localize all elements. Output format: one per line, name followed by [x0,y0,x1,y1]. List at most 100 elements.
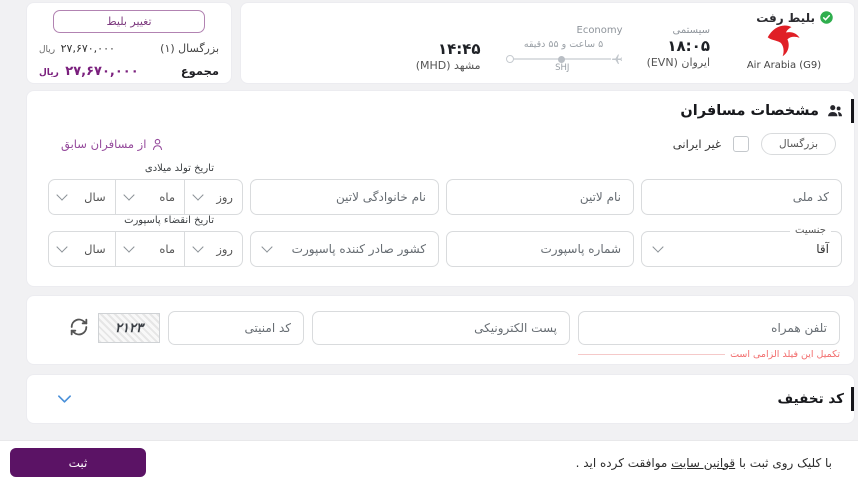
passport-country-select[interactable]: کشور صادر کننده پاسپورت [250,231,439,267]
airline-logo-icon [767,25,800,57]
site-rules-link[interactable]: قوانین سایت [671,456,735,470]
captcha-image: ۲۱۲۳ [98,313,160,343]
plane-icon [611,54,622,64]
discount-header: کد تخفیف [778,387,854,411]
fare-currency: ریال [39,45,56,55]
stopover-dot [558,55,566,63]
passengers-card: مشخصات مسافران بزرگسال غیر ایرانی از مسا… [26,90,855,287]
birth-date-group: تاریخ تولد میلادی روز ماه سال [48,163,243,215]
day-label: روز [216,242,233,256]
arrival-time: ۱۴:۴۵ [437,40,481,58]
total-currency: ریال [39,68,59,78]
captcha-input[interactable] [168,311,304,345]
mobile-error-row: تکمیل این فیلد الزامی است [578,349,840,360]
passport-number-input[interactable] [446,231,634,267]
passengers-header: مشخصات مسافران [27,99,854,123]
day-label: روز [216,190,233,204]
non-iranian-label: غیر ایرانی [672,137,722,151]
airline-block: Air Arabia (G9) [734,21,834,71]
passport-country-placeholder: کشور صادر کننده پاسپورت [291,242,426,256]
chevron-down-icon [192,241,204,253]
national-code-input[interactable] [641,179,842,215]
destination-dot [505,55,514,63]
arrival-city: مشهد (MHD) [415,59,481,72]
discount-expand-chevron-icon[interactable] [57,394,72,404]
flight-duration: ۵ ساعت و ۵۵ دقیقه [523,39,604,50]
birth-day-select[interactable]: روز [184,180,242,214]
passengers-title: مشخصات مسافران [680,103,819,119]
passenger-type-pill[interactable]: بزرگسال [761,133,836,155]
mobile-error-text: تکمیل این فیلد الزامی است [730,349,840,360]
passenger-form-row-1: تاریخ تولد میلادی روز ماه سال [27,163,854,215]
submit-button[interactable]: ثبت [10,448,146,477]
total-amount: ۲۷,۶۷۰,۰۰۰ [65,64,139,79]
cabin-class-label: Economy [576,25,623,36]
chevron-down-icon [56,241,68,253]
fare-row-total: مجموع ۲۷,۶۷۰,۰۰۰ ریال [39,64,219,79]
passport-expiry-group: تاریخ انقضاء پاسپورت روز ماه سال [48,215,243,267]
passengers-icon [828,105,842,117]
passport-expiry-label: تاریخ انقضاء پاسپورت [124,215,214,226]
email-input[interactable] [312,311,570,345]
fare-type-label: سیستمی [672,25,710,36]
airline-name: Air Arabia (G9) [746,60,822,71]
total-value: ۲۷,۶۷۰,۰۰۰ ریال [39,64,139,79]
contact-card: تکمیل این فیلد الزامی است ۲۱۲۳ [26,295,855,365]
error-underline [578,354,726,355]
expiry-month-select[interactable]: ماه [114,232,184,266]
section-accent-bar [851,99,854,123]
latin-first-name-input[interactable] [446,179,634,215]
passenger-form-row-2: جنسیت آقا کشور صادر کننده پاسپورت تاریخ … [27,215,854,267]
chevron-down-icon [122,241,135,253]
fare-amount: ۲۷,۶۷۰,۰۰۰ [60,42,115,55]
refresh-icon [70,318,88,336]
chevron-down-icon [261,241,273,253]
flight-summary-card: بلیط رفت Air Arabia (G9) سیستمی ۱۸:۰۵ ای… [240,2,855,84]
total-label: مجموع [180,64,219,78]
year-label: سال [84,242,106,256]
flight-body: Air Arabia (G9) سیستمی ۱۸:۰۵ ایروان (EVN… [261,25,834,73]
previous-passengers-link[interactable]: از مسافران سابق [61,137,165,152]
birth-month-select[interactable]: ماه [114,180,184,214]
previous-passengers-label: از مسافران سابق [61,137,147,151]
captcha-refresh-button[interactable] [68,316,90,341]
non-iranian-checkbox[interactable] [733,136,750,152]
top-row: بلیط رفت Air Arabia (G9) سیستمی ۱۸:۰۵ ای… [26,2,855,84]
latin-last-name-input[interactable] [250,179,439,215]
arrival-block: ۱۴:۴۵ مشهد (MHD) [416,39,481,72]
birth-date-label: تاریخ تولد میلادی [144,163,214,174]
expiry-day-select[interactable]: روز [184,232,242,266]
passenger-type-group: بزرگسال غیر ایرانی [673,133,836,155]
section-accent-bar [851,387,854,411]
passenger-type-row: بزرگسال غیر ایرانی از مسافران سابق [27,133,854,155]
agreement-text: با کلیک روی ثبت با قوانین سایت موافقت کر… [576,456,832,470]
gender-label: جنسیت [790,225,831,236]
expiry-year-select[interactable]: سال [49,232,115,266]
fare-summary-card: تغییر بلیط بزرگسال (۱) ۲۷,۶۷۰,۰۰۰ ریال م… [26,2,232,84]
route-block: Economy ۵ ساعت و ۵۵ دقیقه SHJ [505,25,623,73]
discount-card: کد تخفیف [26,374,855,424]
agreement-prefix: با کلیک روی ثبت با [735,455,832,470]
chevron-down-icon [192,189,204,201]
footer-bar: با کلیک روی ثبت با قوانین سایت موافقت کر… [0,440,858,484]
departure-time: ۱۸:۰۵ [667,37,710,55]
route-line: SHJ [505,55,611,73]
year-label: سال [84,190,106,204]
flight-path-graphic: SHJ [505,54,623,73]
person-icon [153,138,163,150]
chevron-down-icon [652,241,664,253]
discount-title: کد تخفیف [777,391,844,407]
fare-row-label: بزرگسال (۱) [160,42,219,55]
departure-city: ایروان (EVN) [646,56,710,69]
birth-year-select[interactable]: سال [49,180,115,214]
agreement-suffix: موافقت کرده اید . [575,455,672,470]
chevron-down-icon [122,189,135,201]
gender-value: آقا [816,242,829,256]
fare-row-adult: بزرگسال (۱) ۲۷,۶۷۰,۰۰۰ ریال [39,42,219,55]
fare-row-value: ۲۷,۶۷۰,۰۰۰ ریال [39,42,115,55]
departure-block: سیستمی ۱۸:۰۵ ایروان (EVN) [647,25,710,69]
gender-select[interactable]: جنسیت آقا [641,225,842,267]
mobile-phone-input[interactable] [578,311,840,345]
change-ticket-button[interactable]: تغییر بلیط [53,10,205,33]
month-label: ماه [159,242,176,256]
